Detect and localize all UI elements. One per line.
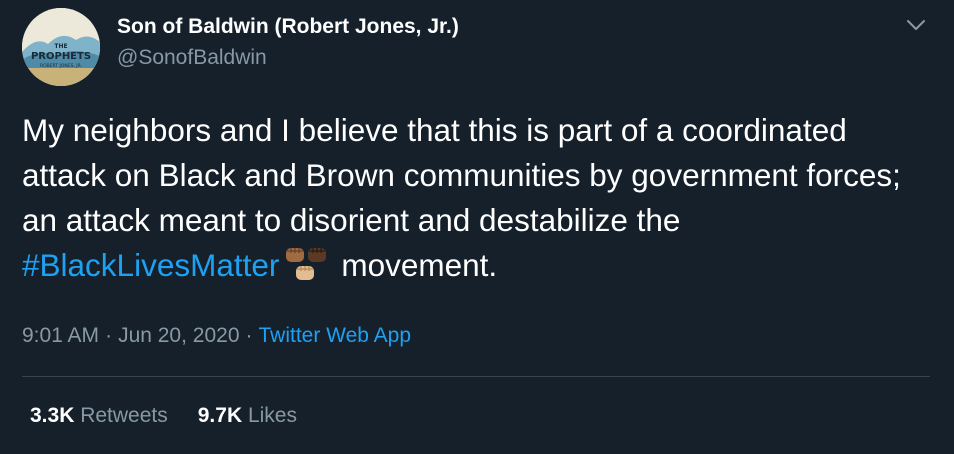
likes-label: Likes: [247, 404, 297, 427]
meta-separator: ·: [245, 324, 253, 347]
retweets-label: Retweets: [80, 404, 168, 427]
avatar-text-the: THE: [54, 43, 67, 50]
meta-separator: ·: [105, 324, 113, 347]
retweets-count: 3.3K: [30, 404, 75, 427]
avatar-text-author: ROBERT JONES, JR.: [40, 63, 82, 69]
more-options-button[interactable]: [902, 10, 930, 38]
user-handle[interactable]: @SonofBaldwin: [117, 46, 267, 70]
tweet-meta: 9:01 AM · Jun 20, 2020 · Twitter Web App: [22, 324, 411, 348]
hashtag-link[interactable]: #BlackLivesMatter: [22, 247, 279, 283]
likes-stat[interactable]: 9.7K Likes: [198, 404, 297, 427]
engagement-stats: 3.3K Retweets 9.7K Likes: [30, 404, 327, 428]
avatar-image: THE PROPHETS ROBERT JONES, JR.: [22, 8, 100, 86]
retweets-stat[interactable]: 3.3K Retweets: [30, 404, 168, 427]
tweet-time[interactable]: 9:01 AM: [22, 324, 99, 347]
display-name[interactable]: Son of Baldwin (Robert Jones, Jr.): [117, 15, 459, 39]
divider: [22, 376, 930, 377]
tweet-text-main: My neighbors and I believe that this is …: [22, 112, 901, 238]
tweet-card: THE PROPHETS ROBERT JONES, JR. Son of Ba…: [0, 0, 954, 454]
chevron-down-icon: [907, 20, 925, 30]
tweet-text-end: movement.: [341, 247, 498, 283]
source-link[interactable]: Twitter Web App: [259, 324, 412, 347]
likes-count: 9.7K: [197, 404, 243, 427]
avatar-text-prophets: PROPHETS: [31, 51, 91, 62]
raised-fists-emoji-icon: [281, 244, 331, 284]
tweet-text: My neighbors and I believe that this is …: [22, 108, 922, 288]
avatar[interactable]: THE PROPHETS ROBERT JONES, JR.: [22, 8, 100, 86]
tweet-date[interactable]: Jun 20, 2020: [118, 324, 239, 347]
